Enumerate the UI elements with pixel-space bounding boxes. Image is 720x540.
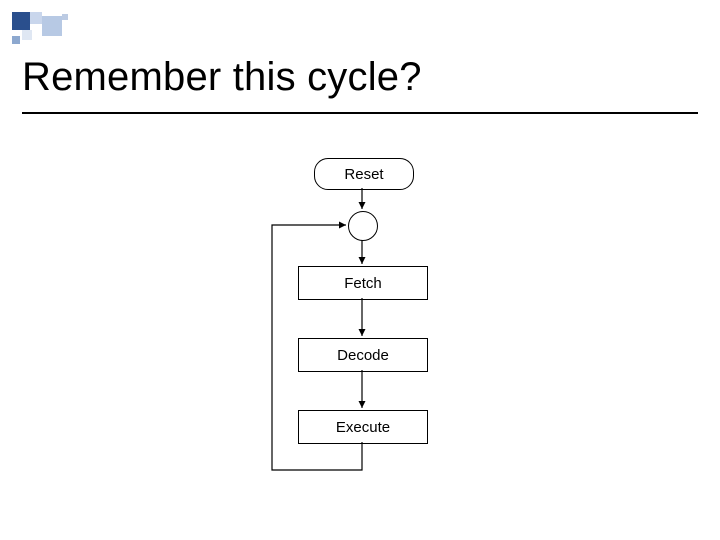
node-label: Fetch [344, 275, 382, 292]
node-label: Execute [336, 419, 390, 436]
slide-corner-decoration [12, 12, 132, 46]
node-label: Reset [344, 166, 383, 183]
node-fetch: Fetch [298, 266, 428, 300]
node-decode: Decode [298, 338, 428, 372]
decor-square [42, 16, 62, 36]
cycle-diagram: Reset Fetch Decode Execute [0, 140, 720, 520]
decor-square [62, 14, 68, 20]
decor-square [12, 36, 20, 44]
flow-arrows [0, 140, 720, 520]
title-underline [22, 112, 698, 114]
decor-square [12, 12, 30, 30]
node-reset: Reset [314, 158, 414, 190]
node-label: Decode [337, 347, 389, 364]
decor-square [30, 12, 42, 24]
node-execute: Execute [298, 410, 428, 444]
page-title: Remember this cycle? [22, 55, 422, 100]
decor-square [22, 30, 32, 40]
junction-node [348, 211, 378, 241]
